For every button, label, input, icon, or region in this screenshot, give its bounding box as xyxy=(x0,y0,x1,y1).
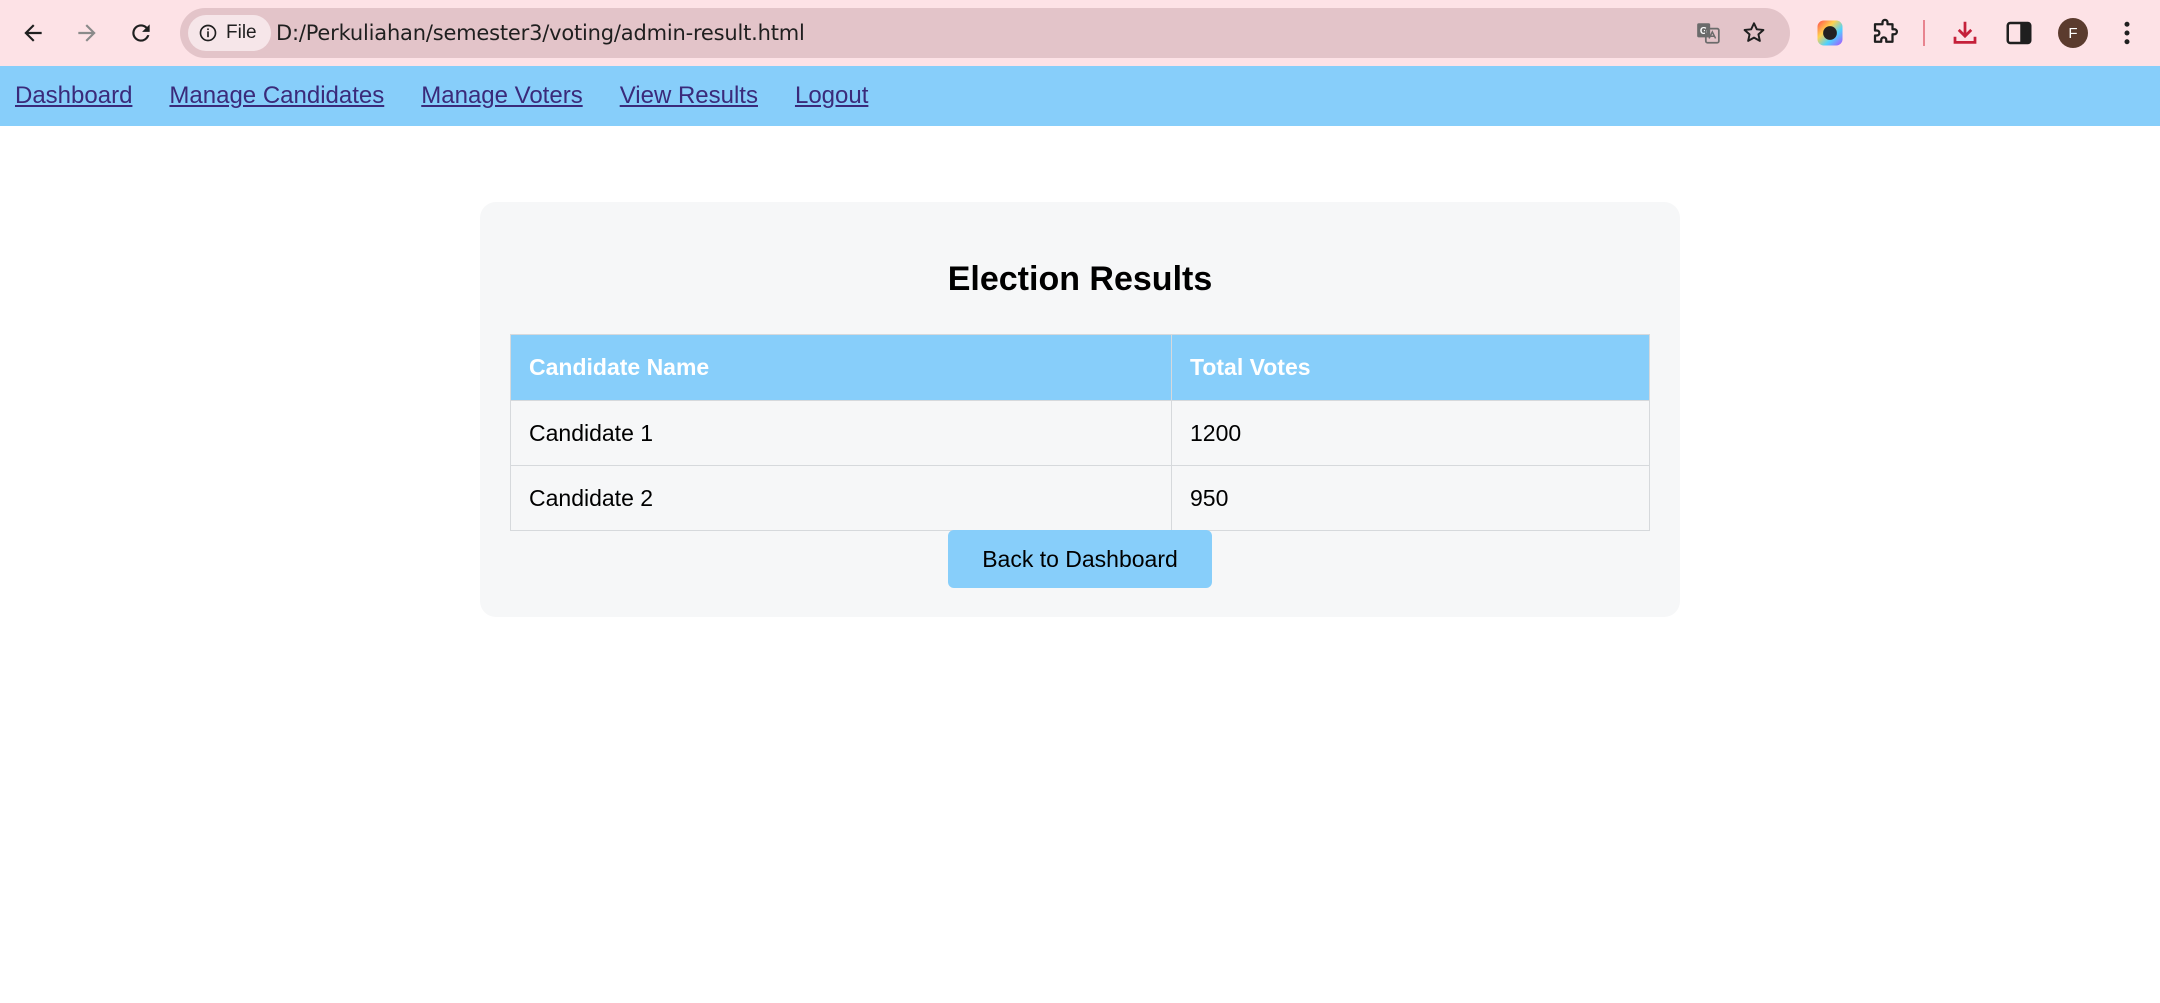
nav-link-dashboard[interactable]: Dashboard xyxy=(15,82,132,110)
total-votes-cell: 1200 xyxy=(1171,400,1650,466)
results-table: Candidate Name Total Votes Candidate 1 1… xyxy=(510,334,1650,531)
nav-link-logout[interactable]: Logout xyxy=(795,82,868,110)
nav-link-manage-candidates[interactable]: Manage Candidates xyxy=(169,82,384,110)
page-title: Election Results xyxy=(947,260,1213,298)
address-bar[interactable]: File D:/Perkuliahan/semester3/voting/adm… xyxy=(180,8,1790,58)
nav-link-view-results[interactable]: View Results xyxy=(620,82,758,110)
table-row: Candidate 1 1200 xyxy=(510,400,1650,466)
more-menu-icon[interactable] xyxy=(2108,14,2146,52)
site-info-chip[interactable]: File xyxy=(188,15,271,51)
back-to-dashboard-button[interactable]: Back to Dashboard xyxy=(948,530,1212,588)
extensions-puzzle-icon[interactable] xyxy=(1866,14,1904,52)
table-row: Candidate 2 950 xyxy=(510,465,1650,531)
column-header-total-votes: Total Votes xyxy=(1171,334,1650,401)
table-header-row: Candidate Name Total Votes xyxy=(510,334,1650,401)
forward-arrow-icon[interactable] xyxy=(66,12,108,54)
color-extension-icon[interactable] xyxy=(1811,14,1849,52)
translate-icon[interactable]: G xyxy=(1692,17,1724,49)
side-panel-icon[interactable] xyxy=(2000,14,2038,52)
nav-link-manage-voters[interactable]: Manage Voters xyxy=(421,82,582,110)
toolbar-separator xyxy=(1923,20,1925,46)
file-chip-label: File xyxy=(226,22,257,43)
profile-avatar[interactable]: F xyxy=(2058,18,2088,48)
back-arrow-icon[interactable] xyxy=(12,12,54,54)
url-text[interactable]: D:/Perkuliahan/semester3/voting/admin-re… xyxy=(276,8,805,58)
candidate-name-cell: Candidate 1 xyxy=(510,400,1172,466)
total-votes-cell: 950 xyxy=(1171,465,1650,531)
bookmark-star-icon[interactable] xyxy=(1738,17,1770,49)
download-icon[interactable] xyxy=(1946,14,1984,52)
column-header-candidate-name: Candidate Name xyxy=(510,334,1172,401)
results-card: Election Results Candidate Name Total Vo… xyxy=(480,202,1680,617)
browser-toolbar: File D:/Perkuliahan/semester3/voting/adm… xyxy=(0,0,2160,66)
site-nav: Dashboard Manage Candidates Manage Voter… xyxy=(0,66,2160,126)
info-icon xyxy=(199,24,217,42)
candidate-name-cell: Candidate 2 xyxy=(510,465,1172,531)
reload-icon[interactable] xyxy=(120,12,162,54)
